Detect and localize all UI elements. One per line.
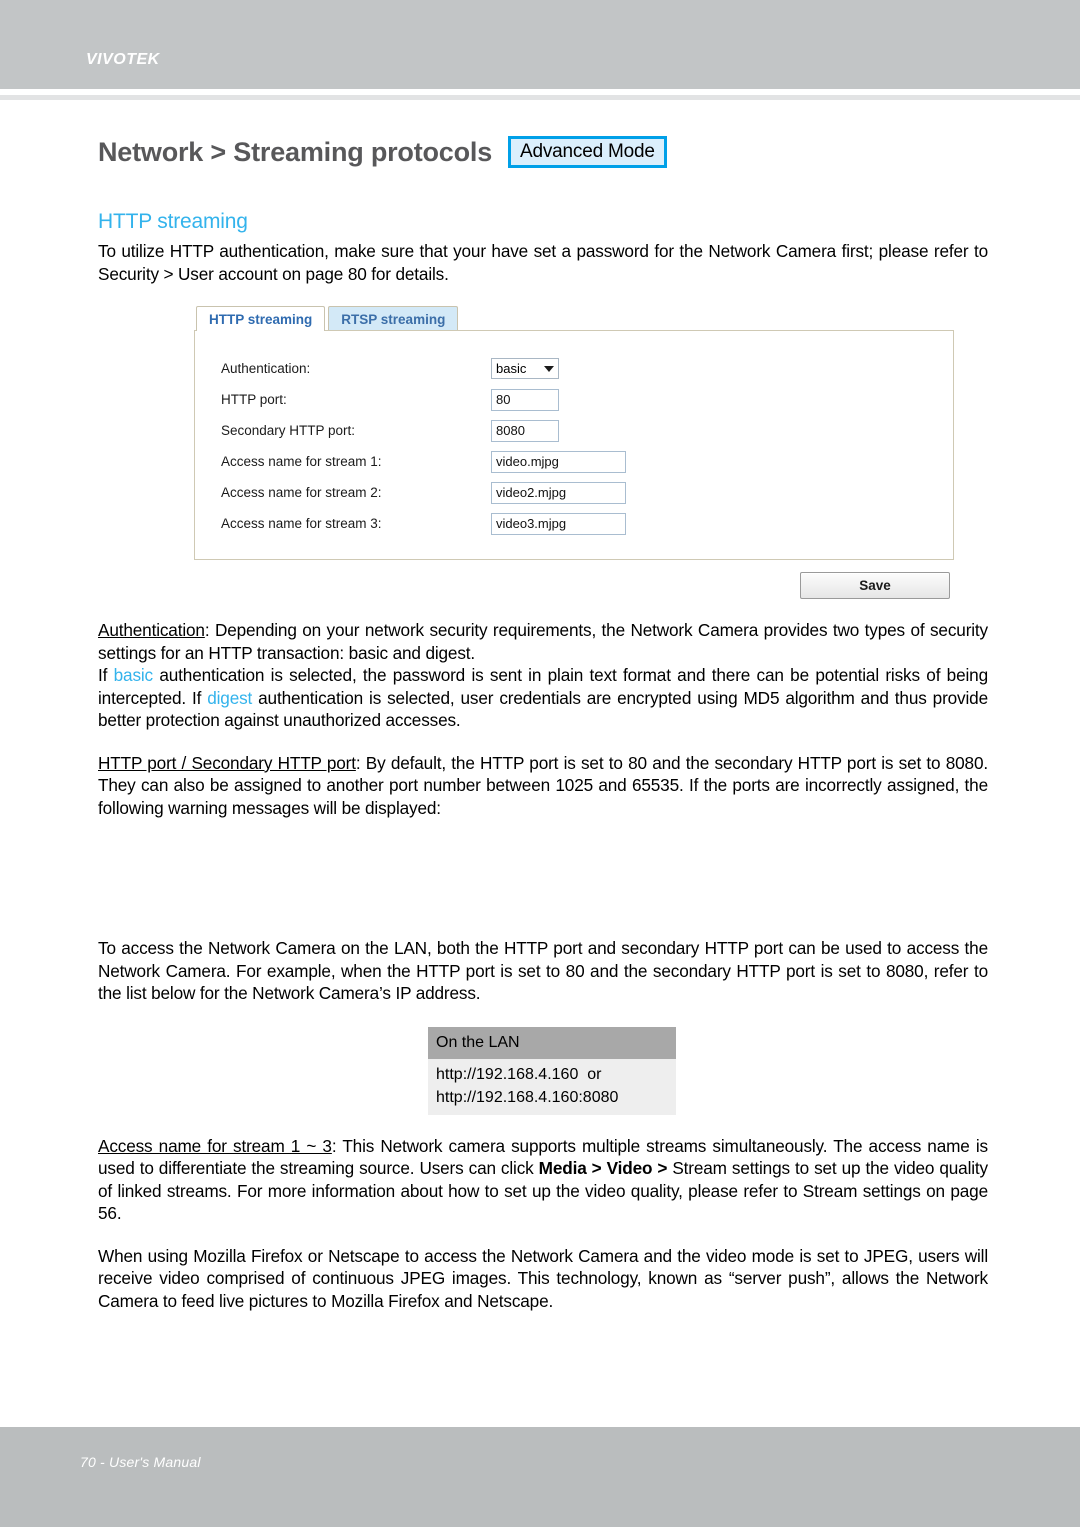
stream1-input[interactable]: video.mjpg [491,450,626,473]
lan-access-description: To access the Network Camera on the LAN,… [98,938,988,1004]
save-row: Save [194,572,954,600]
settings-tabs: HTTP streaming RTSP streaming [196,303,954,332]
vivotek-logo: VIVOTEK [86,51,160,68]
stream1-label: Access name for stream 1: [221,454,382,470]
tab-http-streaming[interactable]: HTTP streaming [196,305,326,332]
page-header-bar: VIVOTEK [0,0,1080,89]
stream3-input[interactable]: video3.mjpg [491,512,626,535]
on-the-lan-table-body: http://192.168.4.160 or http://192.168.4… [428,1058,676,1115]
page-footer-bar: 70 - User's Manual [0,1427,1080,1527]
auth-keyword-basic: basic [113,665,154,686]
http-port-term: HTTP port / Secondary HTTP port [98,752,356,773]
access-name-menu-path: Media > Video > [538,1158,668,1179]
section-heading-http-streaming: HTTP streaming [98,210,248,234]
authentication-select-value: basic [496,361,527,377]
tab-rtsp-streaming[interactable]: RTSP streaming [328,305,459,332]
row-http-port: HTTP port: 80 [195,384,953,415]
stream3-label: Access name for stream 3: [221,516,382,532]
advanced-mode-badge: Advanced Mode [508,136,667,169]
authentication-description: Authentication: Depending on your networ… [98,619,988,664]
auth-keyword-digest: digest [207,687,253,708]
on-the-lan-table-header: On the LAN [428,1026,676,1059]
stream2-label: Access name for stream 2: [221,485,382,501]
secondary-http-port-label: Secondary HTTP port: [221,423,356,439]
warning-messages-placeholder [98,819,988,937]
http-streaming-settings-screenshot: HTTP streaming RTSP streaming Authentica… [194,303,954,600]
http-port-label: HTTP port: [221,392,287,408]
row-access-name-stream-1: Access name for stream 1: video.mjpg [195,446,953,477]
row-secondary-http-port: Secondary HTTP port: 8080 [195,415,953,446]
authentication-term: Authentication [98,620,205,641]
row-access-name-stream-2: Access name for stream 2: video2.mjpg [195,477,953,508]
document-content: Network > Streaming protocols Advanced M… [98,100,988,1312]
http-port-description: HTTP port / Secondary HTTP port: By defa… [98,752,988,820]
footer-page-label: 70 - User's Manual [80,1454,201,1470]
authentication-label: Authentication: [221,361,311,377]
secondary-http-port-input[interactable]: 8080 [491,419,559,442]
access-name-term: Access name for stream 1 ~ 3 [98,1135,332,1156]
authentication-detail: If basic authentication is selected, the… [98,664,988,732]
table-row: http://192.168.4.160:8080 [436,1088,619,1106]
row-access-name-stream-3: Access name for stream 3: video3.mjpg [195,508,953,539]
auth-detail-part-1: If [98,665,114,686]
authentication-description-text: : Depending on your network security req… [98,620,988,663]
stream2-input[interactable]: video2.mjpg [491,481,626,504]
chevron-down-icon [544,365,554,372]
http-port-input[interactable]: 80 [491,388,559,411]
page-title-text: Network > Streaming protocols [98,136,493,167]
on-the-lan-table: On the LAN http://192.168.4.160 or http:… [428,1026,676,1115]
authentication-select[interactable]: basic [491,358,559,380]
intro-paragraph: To utilize HTTP authentication, make sur… [98,241,988,284]
access-name-description: Access name for stream 1 ~ 3: This Netwo… [98,1135,988,1225]
row-authentication: Authentication: basic [195,353,953,384]
http-streaming-panel: Authentication: basic HTTP port: 80 Seco… [194,330,954,561]
page-title: Network > Streaming protocols Advanced M… [98,136,988,169]
save-button[interactable]: Save [800,572,950,600]
server-push-description: When using Mozilla Firefox or Netscape t… [98,1245,988,1311]
table-row: http://192.168.4.160 or [436,1065,602,1083]
